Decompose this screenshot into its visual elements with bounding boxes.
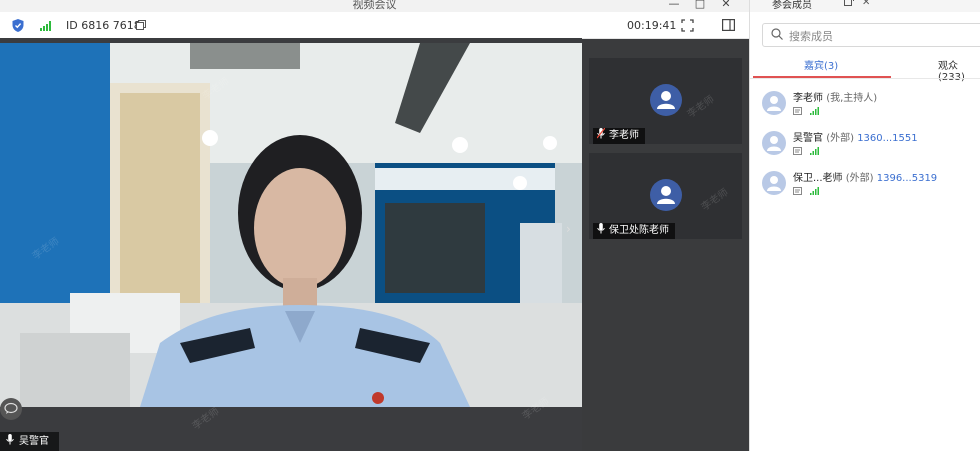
microphone-icon <box>597 223 605 234</box>
office-scene-image <box>0 43 582 407</box>
meeting-window: 视频会议 — □ ✕ ID 6816 7618 00:19:41 李老师 李老师… <box>0 0 749 451</box>
participant-thumbnail[interactable]: 李老师 李老师 <box>589 58 742 144</box>
member-role: (外部) <box>845 173 874 184</box>
user-icon <box>657 186 675 204</box>
active-tab-indicator <box>753 76 891 78</box>
panel-close-icon[interactable]: ✕ <box>862 0 870 8</box>
tab-guests[interactable]: 嘉宾(3) <box>804 57 838 72</box>
panel-header: 参会成员 ✕ <box>750 0 980 12</box>
security-shield-icon[interactable] <box>12 19 24 32</box>
tab-audience[interactable]: 观众(233) <box>938 57 980 83</box>
member-status-icons <box>793 184 819 198</box>
member-name: 李老师 <box>793 93 823 104</box>
search-icon <box>771 28 783 40</box>
member-role: (外部) <box>826 133 854 144</box>
avatar <box>650 84 682 116</box>
signal-strength-icon[interactable] <box>40 21 52 31</box>
camera-off-icon <box>793 107 802 115</box>
member-row[interactable]: 保卫...老师 (外部) 1396...5319 <box>762 169 980 205</box>
title-bar: 视频会议 — □ ✕ <box>0 0 749 12</box>
avatar <box>650 179 682 211</box>
member-row[interactable]: 吴警官 (外部) 1360...1551 <box>762 129 980 165</box>
member-name-line: 保卫...老师 (外部) 1396...5319 <box>793 169 937 184</box>
watermark: 李老师 <box>699 187 731 214</box>
participant-label: 保卫处陈老师 <box>593 223 675 239</box>
window-controls: — □ ✕ <box>661 0 739 10</box>
participant-name: 保卫处陈老师 <box>609 225 669 236</box>
maximize-button[interactable]: □ <box>687 0 713 10</box>
member-status-icons <box>793 104 819 118</box>
microphone-muted-icon <box>596 127 606 139</box>
member-row[interactable]: 李老师 (我,主持人) <box>762 89 980 125</box>
camera-off-icon <box>793 187 802 195</box>
participant-label: 李老师 <box>593 127 645 144</box>
avatar <box>762 171 786 195</box>
signal-strength-icon <box>809 107 819 115</box>
main-speaker-label: 吴警官 <box>0 432 59 451</box>
participant-name: 李老师 <box>609 130 639 141</box>
member-search-input[interactable]: 搜索成员 <box>762 23 980 47</box>
member-phone: 1360...1551 <box>857 133 918 144</box>
microphone-icon <box>6 434 14 445</box>
copy-icon[interactable] <box>136 20 146 30</box>
participant-thumbnail[interactable]: 李老师 保卫处陈老师 <box>589 153 742 239</box>
signal-strength-icon <box>809 147 819 155</box>
member-name-line: 吴警官 (外部) 1360...1551 <box>793 129 918 144</box>
fullscreen-icon[interactable] <box>681 19 694 32</box>
watermark: 李老师 <box>685 94 717 121</box>
popout-icon[interactable] <box>844 0 854 6</box>
meeting-toolbar: ID 6816 7618 00:19:41 <box>0 12 749 39</box>
next-page-icon[interactable]: › <box>566 222 571 236</box>
close-button[interactable]: ✕ <box>713 0 739 10</box>
member-phone: 1396...5319 <box>876 173 938 184</box>
search-placeholder: 搜索成员 <box>789 30 833 43</box>
panel-header-controls: ✕ <box>844 0 870 8</box>
user-icon <box>657 91 675 109</box>
member-name: 保卫...老师 <box>793 173 843 184</box>
chat-button[interactable] <box>0 398 22 420</box>
window-title: 视频会议 <box>352 0 397 11</box>
signal-strength-icon <box>809 187 819 195</box>
minimize-button[interactable]: — <box>661 0 687 10</box>
participants-panel: 参会成员 ✕ 搜索成员 嘉宾(3) 观众(233) 李老师 (我,主持人) 吴警… <box>749 0 980 451</box>
meeting-timer: 00:19:41 <box>627 19 677 32</box>
user-icon <box>767 176 781 191</box>
member-role: (我,主持人) <box>826 93 878 104</box>
camera-off-icon <box>793 147 802 155</box>
chat-icon <box>4 402 18 414</box>
member-name: 吴警官 <box>793 133 823 144</box>
speaker-video-feed <box>0 43 582 407</box>
avatar <box>762 131 786 155</box>
meeting-id: ID 6816 7618 <box>66 19 141 32</box>
layout-toggle-icon[interactable] <box>722 19 735 31</box>
panel-title: 参会成员 <box>772 0 812 11</box>
avatar <box>762 91 786 115</box>
user-icon <box>767 96 781 111</box>
tab-divider <box>750 78 980 79</box>
member-status-icons <box>793 144 819 158</box>
main-speaker-name: 吴警官 <box>19 436 49 447</box>
member-name-line: 李老师 (我,主持人) <box>793 89 877 104</box>
user-icon <box>767 136 781 151</box>
